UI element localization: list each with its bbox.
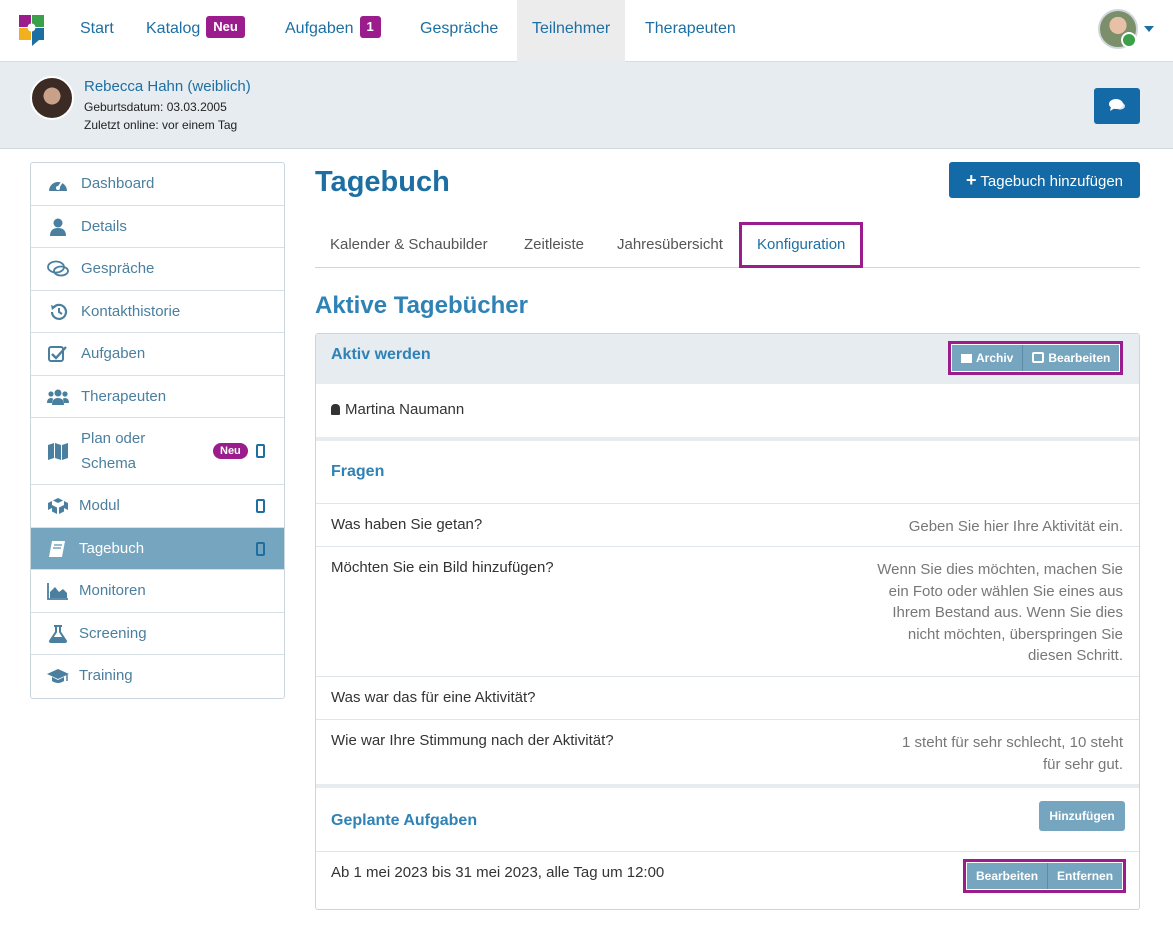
area-chart-icon: [47, 583, 68, 600]
task-row: Ab 1 mei 2023 bis 31 mei 2023, alle Tag …: [316, 851, 1139, 909]
mobile-icon: [256, 499, 265, 513]
comments-icon: [1109, 99, 1125, 111]
new-badge: Neu: [213, 443, 248, 459]
add-diary-button[interactable]: + Tagebuch hinzufügen: [949, 162, 1140, 198]
nav-aufgaben[interactable]: Aufgaben 1: [270, 0, 396, 62]
edit-icon: [1032, 352, 1045, 363]
diary-owner-row: Martina Naumann: [316, 384, 1139, 437]
users-icon: [47, 389, 69, 405]
nav-katalog-badge: Neu: [206, 16, 245, 38]
patient-header: Rebecca Hahn (weiblich) Geburtsdatum: 03…: [0, 62, 1173, 149]
dashboard-icon: [49, 181, 67, 191]
nav-therapeuten[interactable]: Therapeuten: [630, 0, 751, 62]
nav-start[interactable]: Start: [65, 0, 129, 62]
sidebar-item-kontakthistorie[interactable]: Kontakthistorie: [31, 291, 284, 333]
sidebar-item-monitoren[interactable]: Monitoren: [31, 570, 284, 613]
section-title: Aktive Tagebücher: [315, 292, 528, 319]
mobile-icon: [256, 541, 265, 556]
page-title: Tagebuch: [315, 166, 450, 198]
sidebar-item-plan-oder-schema[interactable]: Plan oder Schema Neu: [31, 418, 284, 485]
sidebar-item-dashboard[interactable]: Dashboard: [31, 163, 284, 206]
chevron-down-icon[interactable]: [1144, 26, 1154, 32]
patient-name[interactable]: Rebecca Hahn (weiblich): [84, 78, 251, 95]
plus-icon: +: [965, 170, 977, 190]
graduation-cap-icon: [47, 669, 69, 683]
planned-tasks-header: Geplante Aufgaben Hinzufügen: [316, 784, 1139, 851]
nav-katalog[interactable]: Katalog Neu: [131, 0, 260, 62]
tab-jahresuebersicht[interactable]: Jahresübersicht: [617, 222, 723, 268]
question-row: Möchten Sie ein Bild hinzufügen? Wenn Si…: [316, 546, 1139, 676]
flask-icon: [48, 624, 68, 643]
patient-birthdate: Geburtsdatum: 03.03.2005: [84, 100, 227, 114]
sidebar-item-tagebuch[interactable]: Tagebuch: [31, 527, 284, 570]
task-schedule: Ab 1 mei 2023 bis 31 mei 2023, alle Tag …: [331, 864, 665, 881]
add-task-button[interactable]: Hinzufügen: [1039, 801, 1125, 831]
nav-teilnehmer[interactable]: Teilnehmer: [517, 0, 626, 62]
archive-icon: [961, 354, 972, 363]
sidebar-item-training[interactable]: Training: [31, 655, 284, 698]
diary-actions: Archiv Bearbeiten: [948, 341, 1124, 375]
sidebar: Dashboard Details Gespräche Kontakthisto…: [30, 162, 285, 699]
user-icon: [331, 404, 340, 415]
task-remove-button[interactable]: Entfernen: [1048, 863, 1123, 889]
chat-button[interactable]: [1094, 88, 1140, 124]
sidebar-item-therapeuten[interactable]: Therapeuten: [31, 376, 284, 418]
map-icon: [48, 443, 68, 460]
top-navbar: Start Katalog Neu Aufgaben 1 Gespräche Tei…: [0, 0, 1173, 62]
patient-last-online: Zuletzt online: vor einem Tag: [84, 118, 238, 132]
mobile-icon: [256, 444, 265, 458]
diary-panel-header: Aktiv werden Archiv Bearbeiten: [316, 334, 1139, 384]
nav-gespraeche[interactable]: Gespräche: [405, 0, 513, 62]
tab-zeitleiste[interactable]: Zeitleiste: [524, 222, 584, 268]
sidebar-item-gespraeche[interactable]: Gespräche: [31, 248, 284, 291]
planned-title: Geplante Aufgaben: [331, 812, 478, 829]
cubes-icon: [48, 498, 68, 514]
questions-header: Fragen: [316, 437, 1139, 503]
archive-button[interactable]: Archiv: [952, 345, 1024, 371]
diary-title: Aktiv werden: [331, 346, 431, 363]
question-row: Was haben Sie getan? Geben Sie hier Ihre…: [316, 503, 1139, 546]
edit-button[interactable]: Bearbeiten: [1023, 345, 1120, 371]
user-icon: [50, 218, 66, 236]
sidebar-item-screening[interactable]: Screening: [31, 613, 284, 655]
patient-avatar: [30, 76, 74, 120]
checkbox-icon: [48, 346, 67, 362]
diary-panel: Aktiv werden Archiv Bearbeiten Martina N…: [315, 333, 1140, 910]
tab-konfiguration[interactable]: Konfiguration: [739, 222, 864, 268]
sidebar-item-aufgaben[interactable]: Aufgaben: [31, 333, 284, 376]
task-edit-button[interactable]: Bearbeiten: [967, 863, 1049, 889]
nav-aufgaben-badge: 1: [359, 16, 381, 38]
history-icon: [50, 303, 68, 320]
sidebar-item-details[interactable]: Details: [31, 206, 284, 248]
task-actions: Bearbeiten Entfernen: [963, 859, 1127, 893]
question-row: Wie war Ihre Stimmung nach der Aktivität…: [316, 719, 1139, 784]
sidebar-item-modul[interactable]: Modul: [31, 485, 284, 528]
question-row: Was war das für eine Aktivität?: [316, 676, 1139, 719]
app-logo-icon[interactable]: [17, 13, 47, 47]
owner: Martina Naumann: [331, 401, 464, 418]
eye-icon: [1121, 32, 1137, 48]
tab-kalender[interactable]: Kalender & Schaubilder: [330, 222, 488, 268]
book-icon: [49, 540, 65, 557]
comments-icon: [47, 260, 69, 277]
tabs: Kalender & Schaubilder Zeitleiste Jahres…: [315, 222, 1140, 268]
questions-title: Fragen: [331, 463, 385, 480]
